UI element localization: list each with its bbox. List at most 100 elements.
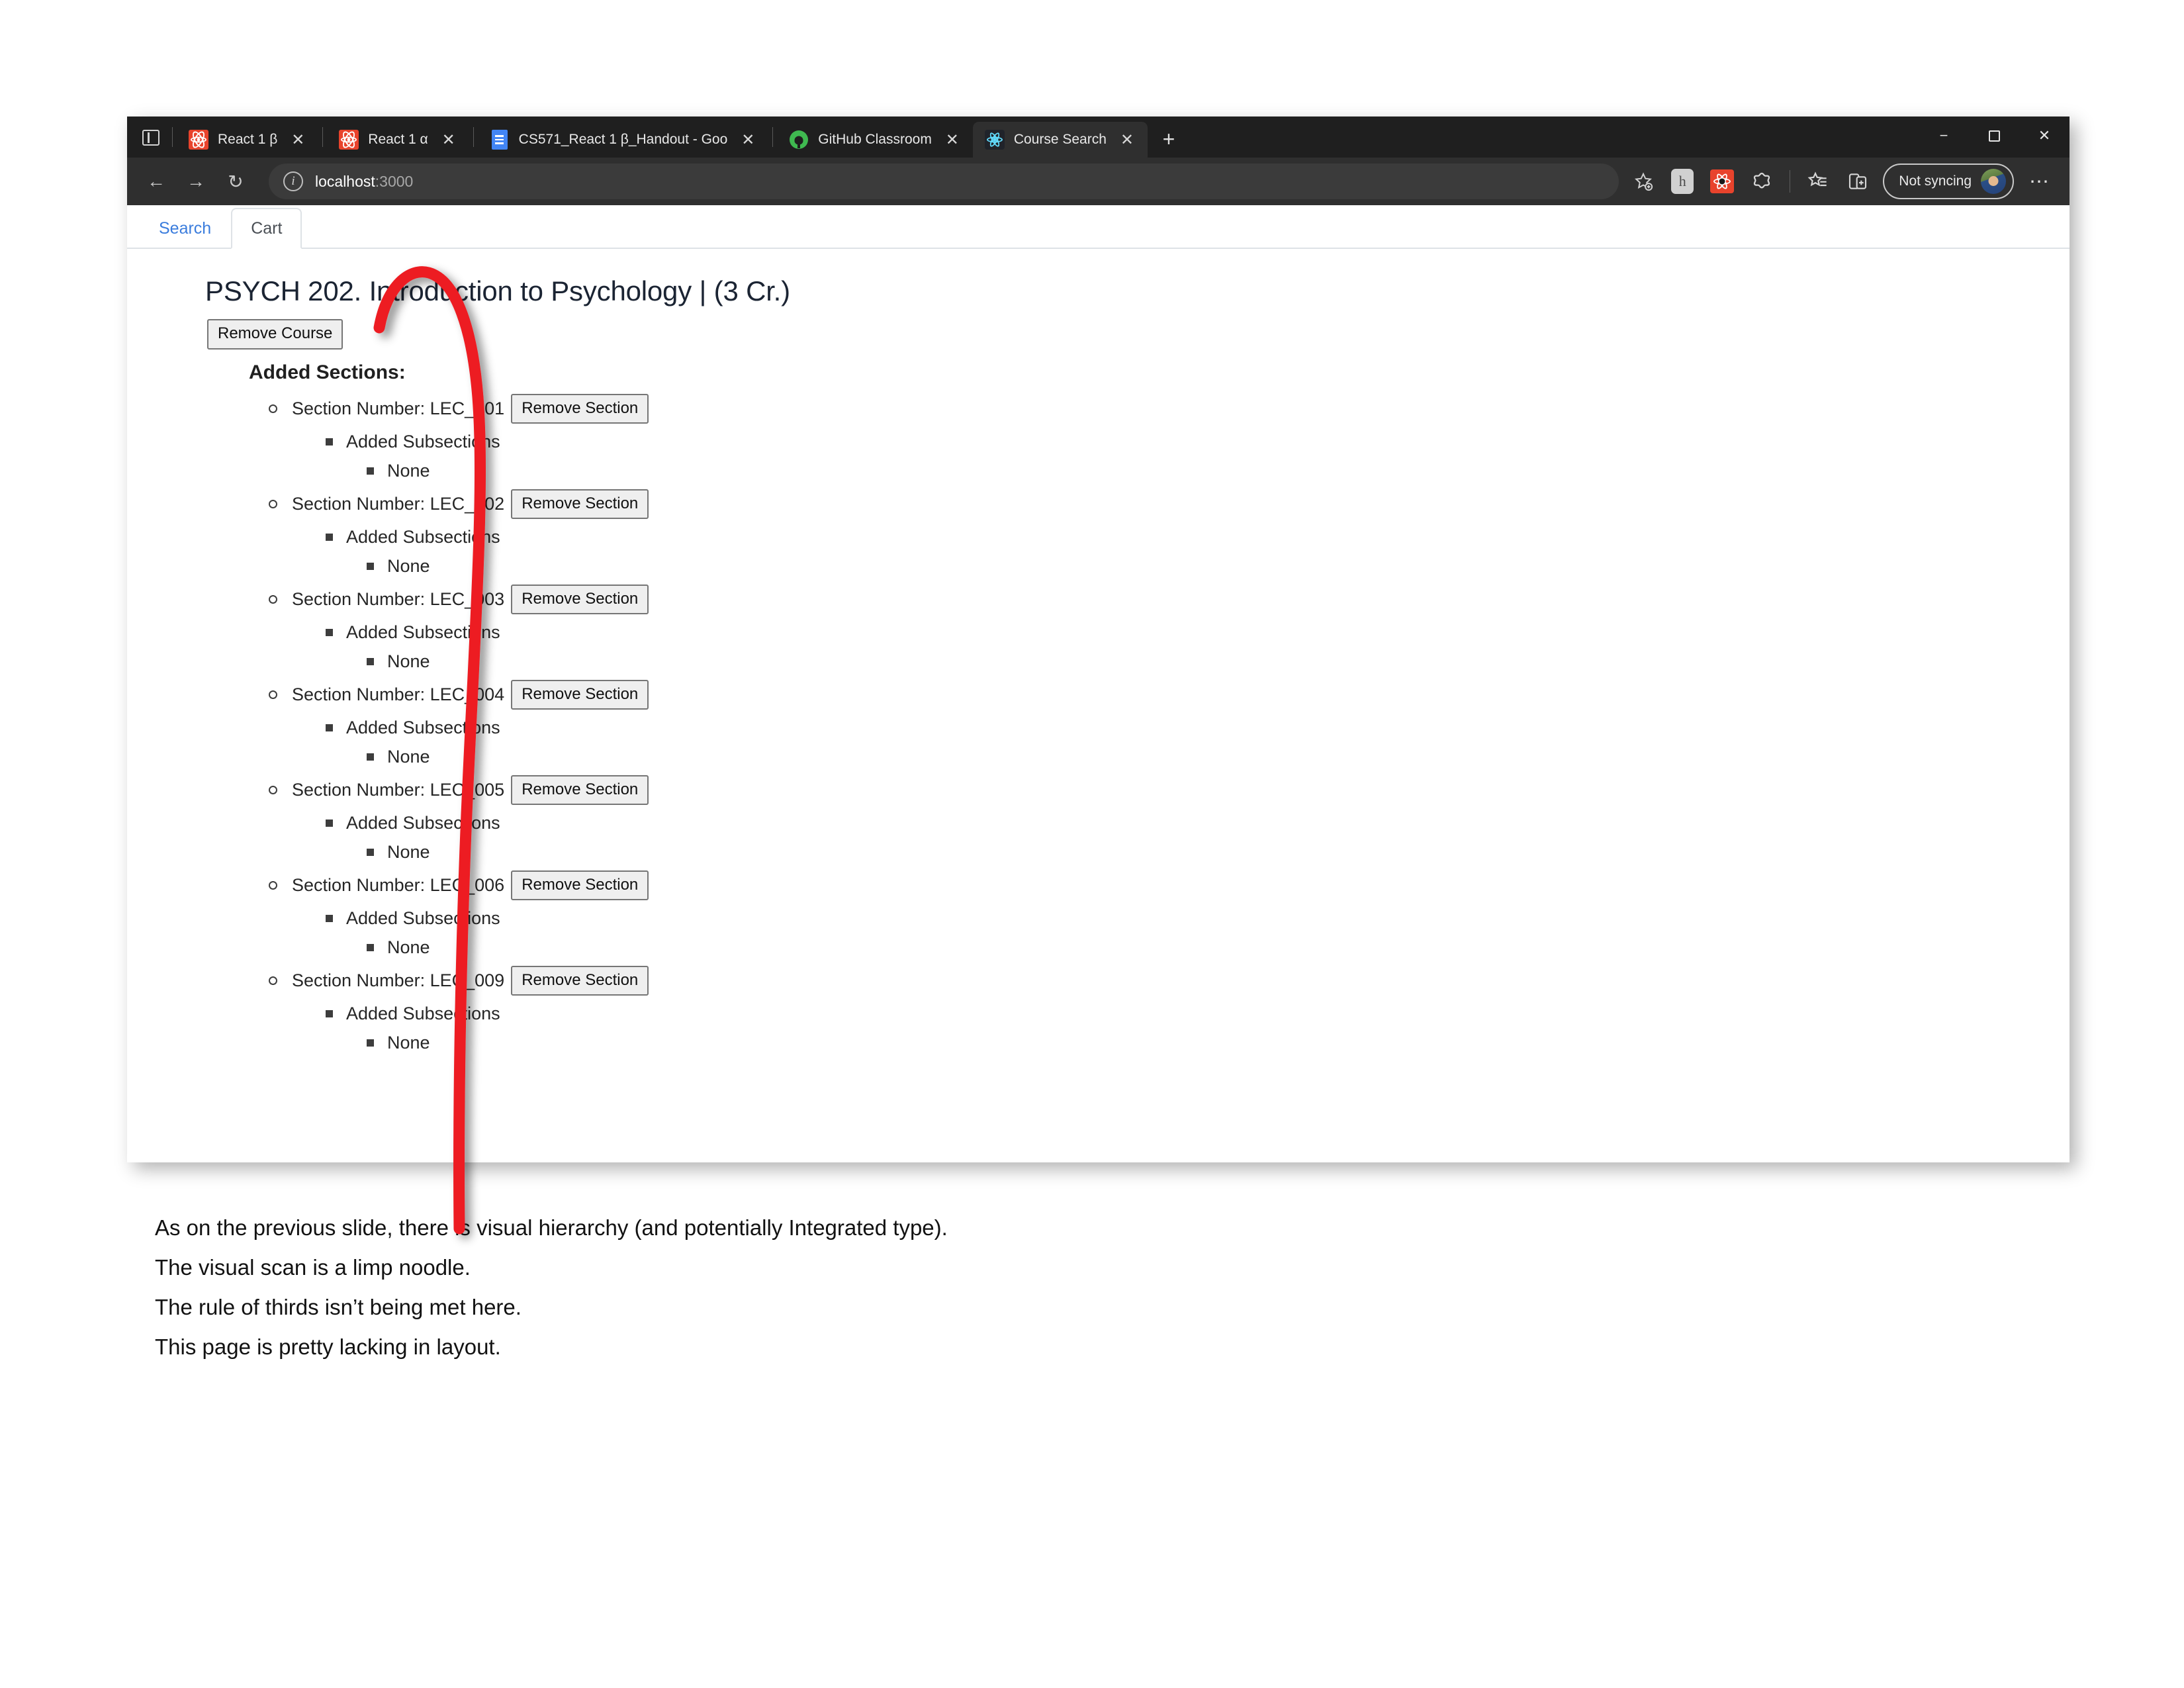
reload-button[interactable]: ↻ <box>217 163 254 200</box>
react-devtools-extension-icon[interactable] <box>1704 163 1741 200</box>
circle-bullet-icon <box>269 595 277 604</box>
add-favorite-icon[interactable] <box>1628 166 1659 197</box>
annotation-note-line: The rule of thirds isn’t being met here. <box>155 1295 522 1319</box>
remove-section-button[interactable]: Remove Section <box>511 489 649 520</box>
subsections-empty-list: None <box>367 647 2070 677</box>
browser-tab-title: GitHub Classroom <box>818 132 932 147</box>
annotation-notes: As on the previous slide, there is visua… <box>155 1217 1479 1376</box>
minimize-button[interactable]: − <box>1919 117 1969 155</box>
back-button[interactable]: ← <box>138 163 175 200</box>
browser-essentials-icon[interactable] <box>1743 163 1780 200</box>
subsections-list: Added Subsections None <box>326 523 2070 581</box>
hypothesis-extension-icon[interactable]: h <box>1664 163 1701 200</box>
remove-course-button[interactable]: Remove Course <box>207 319 343 350</box>
list-item: Section Number: LEC_006 Remove Section Add… <box>269 867 2070 962</box>
remove-section-button[interactable]: Remove Section <box>511 679 649 710</box>
subsections-empty-list: None <box>367 838 2070 867</box>
browser-tab-title: React 1 α <box>368 132 428 147</box>
list-item: None <box>367 1029 2070 1058</box>
section-number-label: Section Number: LEC_002 <box>292 494 505 514</box>
browser-tab-title: CS571_React 1 β_Handout - Goo <box>518 132 728 147</box>
subsections-list: Added Subsections None <box>326 618 2070 677</box>
square-bullet-icon <box>367 563 374 571</box>
circle-bullet-icon <box>269 690 277 700</box>
split-screen-icon[interactable] <box>1839 163 1876 200</box>
section-number-label: Section Number: LEC_009 <box>292 970 505 991</box>
subsections-empty-label: None <box>387 556 430 577</box>
subsection-empty-row: None <box>367 743 2070 772</box>
browser-nav-bar: ← → ↻ i localhost:3000 h Not syncing ⋯ <box>127 158 2070 205</box>
url-host: localhost <box>315 172 375 190</box>
added-subsections-label: Added Subsections <box>346 1004 500 1024</box>
list-item: None <box>367 743 2070 772</box>
browser-tab-github-classroom[interactable]: GitHub Classroom ✕ <box>777 122 973 158</box>
new-tab-button[interactable]: + <box>1153 123 1185 155</box>
list-item: Added Subsections None <box>326 428 2070 486</box>
remove-section-button[interactable]: Remove Section <box>511 870 649 901</box>
github-icon <box>789 130 809 150</box>
circle-bullet-icon <box>269 786 277 795</box>
subsections-list: Added Subsections None <box>326 714 2070 772</box>
section-row: Section Number: LEC_009 Remove Section <box>269 962 2070 1000</box>
close-window-button[interactable]: ✕ <box>2019 117 2070 155</box>
list-item: None <box>367 647 2070 677</box>
remove-section-button[interactable]: Remove Section <box>511 774 649 806</box>
remove-section-button[interactable]: Remove Section <box>511 393 649 424</box>
tab-divider <box>322 127 324 147</box>
close-tab-icon[interactable]: ✕ <box>287 128 309 151</box>
subsections-heading-row: Added Subsections <box>326 809 2070 838</box>
circle-bullet-icon <box>269 881 277 890</box>
browser-tab-react-1-beta[interactable]: React 1 β ✕ <box>177 122 318 158</box>
tab-search-icon[interactable] <box>134 120 168 155</box>
close-tab-icon[interactable]: ✕ <box>737 128 759 151</box>
url-text: localhost:3000 <box>315 173 413 191</box>
browser-tab-course-search[interactable]: Course Search ✕ <box>972 122 1148 158</box>
remove-section-button[interactable]: Remove Section <box>511 965 649 996</box>
subsection-empty-row: None <box>367 933 2070 962</box>
browser-tab-react-1-alpha[interactable]: React 1 α ✕ <box>327 122 469 158</box>
google-docs-icon <box>490 130 510 150</box>
subsections-empty-label: None <box>387 842 430 863</box>
square-bullet-icon <box>326 1010 333 1018</box>
forward-button[interactable]: → <box>177 163 214 200</box>
circle-bullet-icon <box>269 404 277 414</box>
address-bar[interactable]: i localhost:3000 <box>269 164 1619 199</box>
close-tab-icon[interactable]: ✕ <box>437 128 460 151</box>
maximize-button[interactable] <box>1969 117 2019 155</box>
window-controls: − ✕ <box>1919 117 2070 155</box>
square-bullet-icon <box>367 944 374 952</box>
sections-list: Section Number: LEC_001 Remove Section Add… <box>269 391 2070 1058</box>
cart-content: PSYCH 202. Introduction to Psychology | … <box>127 249 2070 1058</box>
close-tab-icon[interactable]: ✕ <box>1116 128 1138 151</box>
circle-bullet-icon <box>269 976 277 986</box>
section-number-label: Section Number: LEC_001 <box>292 399 505 419</box>
subsection-empty-row: None <box>367 552 2070 581</box>
subsections-heading-row: Added Subsections <box>326 714 2070 743</box>
added-subsections-label: Added Subsections <box>346 432 500 452</box>
list-item: Section Number: LEC_001 Remove Section Add… <box>269 391 2070 486</box>
subsections-empty-list: None <box>367 1029 2070 1058</box>
subsections-empty-list: None <box>367 743 2070 772</box>
added-subsections-label: Added Subsections <box>346 908 500 929</box>
site-info-icon[interactable]: i <box>283 171 303 191</box>
list-item: Added Subsections None <box>326 714 2070 772</box>
list-item: Section Number: LEC_009 Remove Section Add… <box>269 962 2070 1058</box>
list-item: Section Number: LEC_004 Remove Section Add… <box>269 677 2070 772</box>
collections-icon[interactable] <box>1799 163 1837 200</box>
square-bullet-icon <box>367 849 374 857</box>
profile-sync-button[interactable]: Not syncing <box>1883 164 2014 199</box>
subsections-list: Added Subsections None <box>326 809 2070 867</box>
tab-search[interactable]: Search <box>139 208 231 249</box>
circle-bullet-icon <box>269 500 277 509</box>
annotation-note-line: As on the previous slide, there is visua… <box>155 1215 948 1240</box>
close-tab-icon[interactable]: ✕ <box>941 128 964 151</box>
list-item: Added Subsections None <box>326 904 2070 962</box>
remove-section-button[interactable]: Remove Section <box>511 584 649 615</box>
subsections-heading-row: Added Subsections <box>326 904 2070 933</box>
list-item: None <box>367 457 2070 486</box>
browser-settings-more-button[interactable]: ⋯ <box>2021 163 2059 200</box>
section-number-label: Section Number: LEC_003 <box>292 589 505 610</box>
tab-cart[interactable]: Cart <box>231 208 302 249</box>
subsections-heading-row: Added Subsections <box>326 618 2070 647</box>
browser-tab-cs571-handout[interactable]: CS571_React 1 β_Handout - Goo ✕ <box>478 122 769 158</box>
